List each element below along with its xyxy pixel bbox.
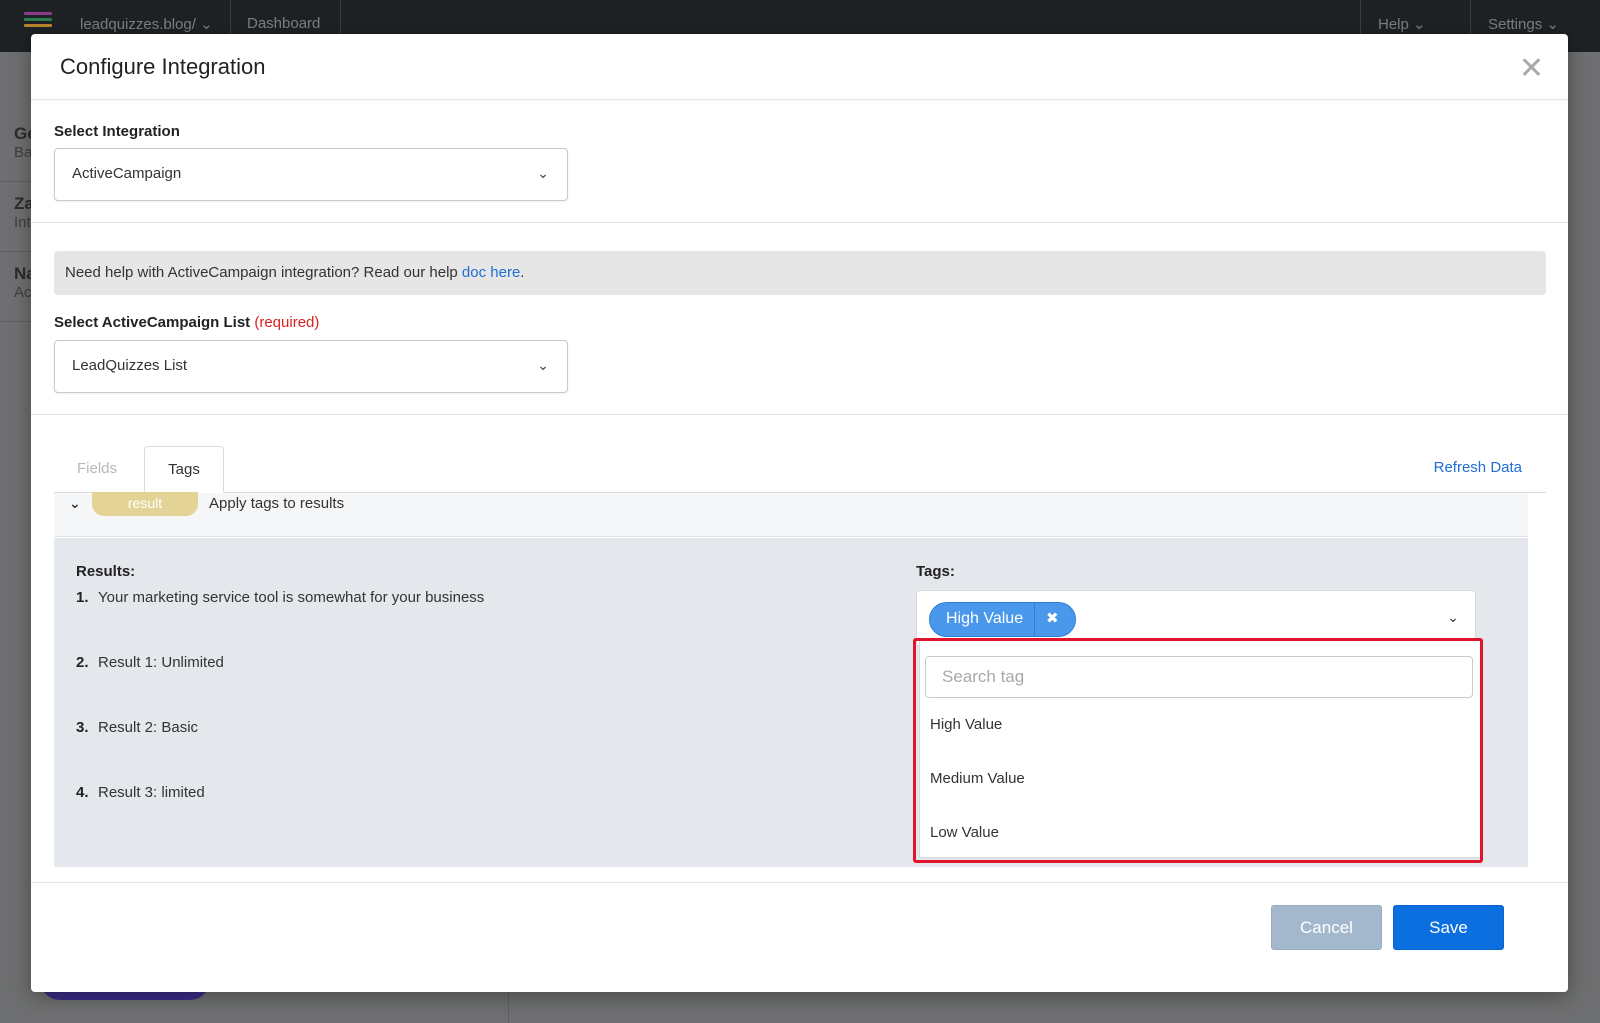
selected-tag-label: High Value bbox=[946, 610, 1024, 627]
cancel-button[interactable]: Cancel bbox=[1271, 905, 1382, 950]
nav-dashboard[interactable]: Dashboard bbox=[247, 15, 320, 32]
results-title: Results: bbox=[76, 563, 136, 580]
dropdown-option-medium-value[interactable]: Medium Value bbox=[930, 770, 1025, 787]
help-text: Need help with ActiveCampaign integratio… bbox=[65, 264, 462, 281]
refresh-data-link[interactable]: Refresh Data bbox=[1434, 459, 1522, 476]
help-banner: Need help with ActiveCampaign integratio… bbox=[54, 251, 1546, 295]
dropdown-option-low-value[interactable]: Low Value bbox=[930, 824, 999, 841]
result-item: 3. Result 2: Basic bbox=[76, 719, 199, 736]
chevron-down-icon: ⌄ bbox=[537, 165, 549, 181]
result-item: 1. Your marketing service tool is somewha… bbox=[76, 589, 485, 606]
accordion-title: Apply tags to results bbox=[209, 495, 345, 512]
result-item: 2. Result 1: Unlimited bbox=[76, 654, 224, 671]
search-tag-input[interactable] bbox=[925, 656, 1473, 698]
integration-select-value: ActiveCampaign bbox=[72, 165, 182, 182]
configure-integration-modal: Configure Integration ✕ Select Integrati… bbox=[31, 34, 1568, 992]
app-logo-icon bbox=[24, 12, 52, 34]
close-icon[interactable]: ✕ bbox=[1519, 54, 1544, 84]
remove-tag-icon[interactable]: ✖ bbox=[1046, 609, 1059, 627]
save-button[interactable]: Save bbox=[1393, 905, 1504, 950]
help-doc-link[interactable]: doc here bbox=[462, 264, 520, 281]
chevron-down-icon: ⌄ bbox=[537, 357, 549, 373]
tags-title: Tags: bbox=[916, 563, 955, 580]
nav-settings[interactable]: Settings ⌄ bbox=[1488, 15, 1559, 33]
result-item: 4. Result 3: limited bbox=[76, 784, 205, 801]
select-integration-label: Select Integration bbox=[54, 123, 180, 140]
selected-tag-chip: High Value ✖ bbox=[929, 602, 1076, 637]
tag-dropdown: High Value Medium Value Low Value bbox=[919, 640, 1481, 858]
list-select[interactable]: LeadQuizzes List ⌄ bbox=[54, 340, 568, 393]
result-badge: result bbox=[92, 492, 198, 516]
tags-multiselect[interactable]: High Value ✖ ⌄ bbox=[916, 590, 1476, 647]
site-selector[interactable]: leadquizzes.blog/ ⌄ bbox=[80, 15, 213, 33]
tab-tags[interactable]: Tags bbox=[144, 446, 224, 493]
integration-select[interactable]: ActiveCampaign ⌄ bbox=[54, 148, 568, 201]
modal-title: Configure Integration bbox=[60, 54, 266, 79]
list-select-label: Select ActiveCampaign List (required) bbox=[54, 314, 320, 331]
dropdown-option-high-value[interactable]: High Value bbox=[930, 716, 1002, 733]
tab-fields[interactable]: Fields bbox=[77, 460, 117, 477]
chevron-down-icon[interactable]: ⌄ bbox=[69, 495, 81, 512]
chevron-down-icon[interactable]: ⌄ bbox=[1447, 609, 1459, 626]
accordion-header[interactable]: ⌄ result Apply tags to results bbox=[54, 492, 1528, 537]
list-select-value: LeadQuizzes List bbox=[72, 357, 188, 374]
required-indicator: (required) bbox=[254, 314, 320, 331]
modal-header: Configure Integration ✕ bbox=[31, 34, 1568, 100]
nav-help[interactable]: Help ⌄ bbox=[1378, 15, 1426, 33]
